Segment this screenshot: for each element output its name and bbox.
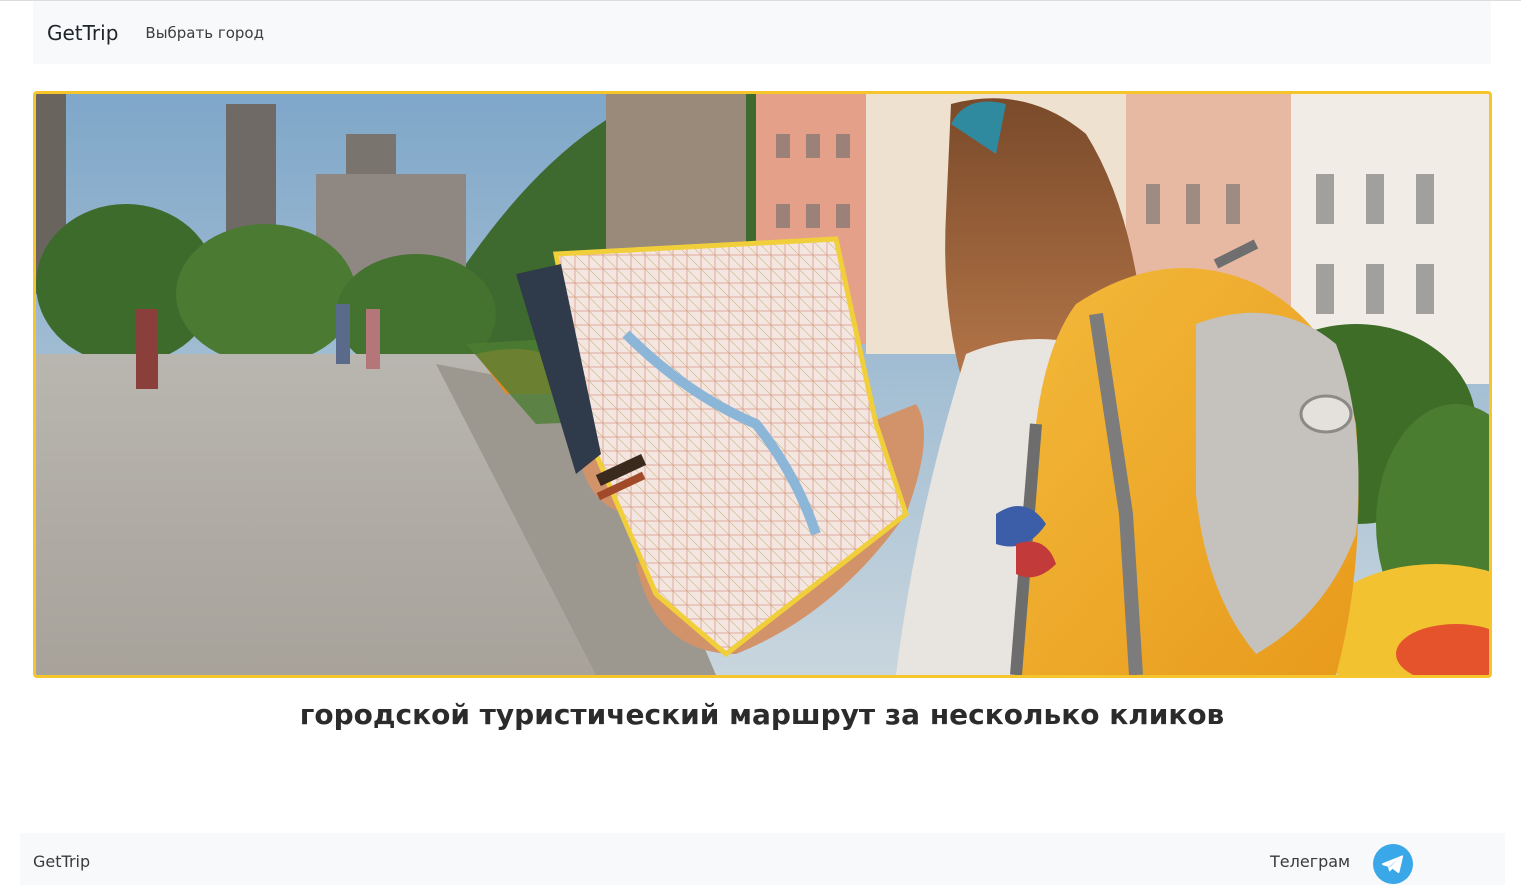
choose-city-link[interactable]: Выбрать город <box>145 24 264 42</box>
brand-logo[interactable]: GetTrip <box>47 21 118 45</box>
telegram-link-label[interactable]: Телеграм <box>1270 852 1350 871</box>
tagline: городской туристический маршрут за неско… <box>299 698 1225 731</box>
footer-brand: GetTrip <box>33 852 91 871</box>
navbar: GetTrip Выбрать город <box>33 1 1491 64</box>
tourist-with-map-photo <box>36 94 1489 675</box>
footer: GetTrip Телеграм <box>20 833 1505 885</box>
hero-image <box>33 91 1492 678</box>
telegram-icon[interactable] <box>1372 843 1414 885</box>
